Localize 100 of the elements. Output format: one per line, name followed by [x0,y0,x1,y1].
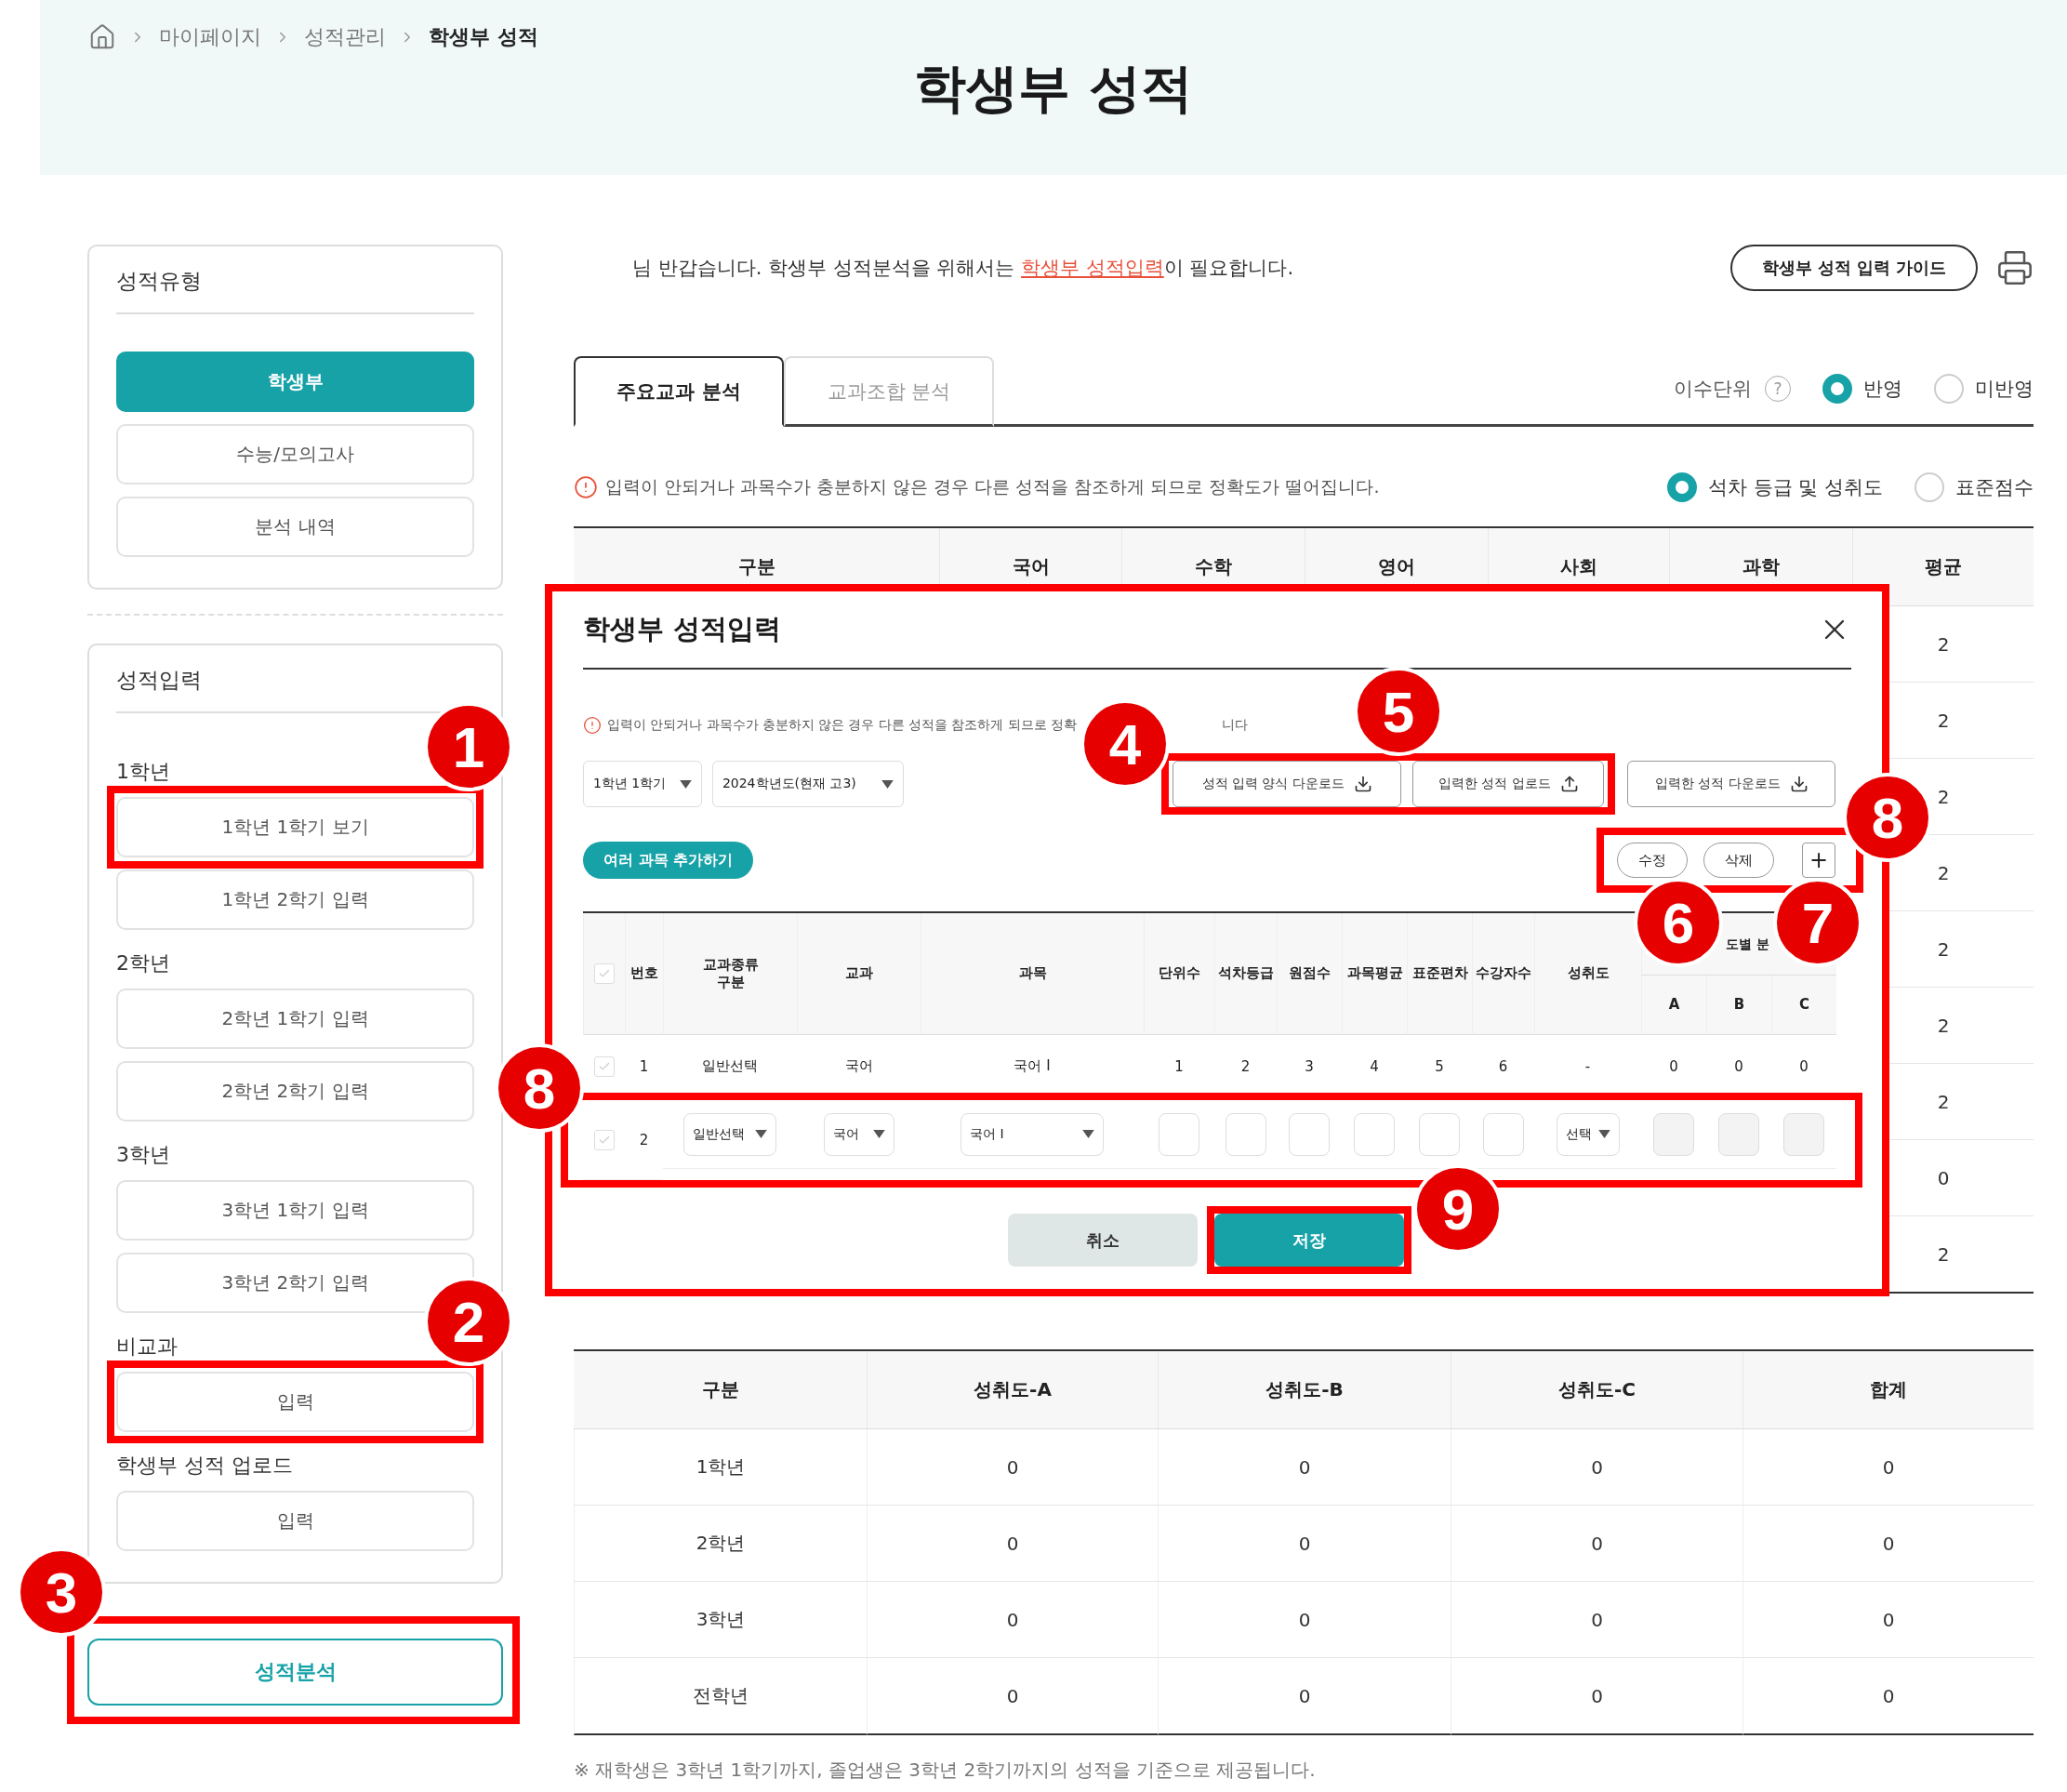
input-field[interactable] [1289,1112,1330,1156]
table-cell: 0 [1158,1429,1451,1506]
download-icon [1789,775,1809,793]
analysis-tab[interactable]: 주요교과 분석 [574,356,784,427]
step-badge: 8 [1843,773,1932,862]
dropdown[interactable]: 2024학년도(현재 고3) [711,761,905,807]
caret-icon [881,779,894,789]
column-header: 구분 [574,1351,867,1429]
home-icon[interactable] [88,23,116,51]
table-cell: 국어 [797,1035,921,1098]
input-field[interactable] [1482,1112,1524,1156]
semester-button[interactable]: 1학년 1학기 보기 [116,797,474,857]
group-heading: 학생부 성적 업로드 [116,1453,294,1479]
column-header: B [1733,995,1745,1015]
table-cell: 일반선택 [663,1035,797,1098]
table-cell: 6 [1472,1035,1534,1098]
option-label: 이수단위 [1674,377,1752,402]
table-cell: 0 [1641,1035,1706,1098]
notice-text: 입력이 안되거나 과목수가 충분하지 않은 경우 다른 성적을 참조하게 되므로 정확도가 떨어집니다. [605,475,1380,498]
table-cell: 3학년 [574,1582,867,1658]
table-cell: 2학년 [574,1506,867,1582]
caret-icon [872,1130,885,1138]
semester-button[interactable]: 2학년 2학기 입력 [116,1061,474,1122]
table-cell: 0 [1742,1582,2034,1658]
table-cell: 국어 I [921,1035,1144,1098]
dropdown[interactable]: 국어 [823,1112,894,1156]
welcome-message: 님 반갑습니다. 학생부 성적분석을 위해서는 학생부 성적입력 이 필요합니다. [631,256,1294,281]
row-action-button[interactable]: 수정 [1617,843,1688,878]
semester-button[interactable]: 3학년 1학기 입력 [116,1180,474,1241]
breadcrumb-link[interactable]: 마이페이지 [159,23,261,51]
input-field[interactable] [1225,1112,1266,1156]
table-cell: 0 [867,1506,1158,1582]
input-field [1783,1112,1824,1156]
file-button[interactable]: 성적 입력 양식 다운로드 [1173,761,1402,807]
row-checkbox[interactable] [593,1129,615,1150]
column-header: 성취도-C [1451,1351,1742,1429]
semester-button[interactable]: 입력 [116,1491,474,1551]
dropdown[interactable]: 일반선택 [683,1112,776,1156]
score-type-button[interactable]: 분석 내역 [116,497,474,557]
download-icon [1353,775,1372,793]
file-button[interactable]: 입력한 성적 업로드 [1412,761,1605,807]
score-type-button[interactable]: 수능/모의고사 [116,424,474,485]
table-cell: 0 [1451,1582,1742,1658]
semester-button[interactable]: 입력 [116,1372,474,1432]
row-checkbox[interactable] [593,1055,615,1077]
input-field [1718,1112,1759,1156]
dropdown[interactable]: 국어 I [961,1112,1104,1156]
table-cell: 1 [1144,1035,1214,1098]
add-row-button[interactable]: + [1802,843,1835,878]
radio-button[interactable] [1666,472,1697,502]
table-cell: 5 [1407,1035,1472,1098]
input-field[interactable] [1159,1112,1199,1156]
radio-label: 미반영 [1975,377,2034,402]
table-cell: 2 [1214,1035,1277,1098]
table-cell: 0 [1451,1658,1742,1735]
semester-button[interactable]: 1학년 2학기 입력 [116,869,474,930]
column-header: A [1668,995,1680,1015]
column-header: 과목 [1018,964,1047,983]
input-field[interactable] [1419,1112,1460,1156]
page-title: 학생부 성적 [914,57,1193,120]
table-cell: - [1534,1035,1641,1098]
caret-icon [679,779,692,789]
table-cell: 0 [1451,1506,1742,1582]
radio-label: 표준점수 [1955,475,2034,500]
radio-button[interactable] [1822,374,1852,404]
table-cell: 0 [1451,1429,1742,1506]
radio-label: 반영 [1863,377,1902,402]
score-input-link[interactable]: 학생부 성적입력 [1021,257,1164,279]
column-header: 교과 [845,964,873,983]
row-action-button[interactable]: 삭제 [1703,843,1774,878]
column-header: 합계 [1742,1351,2034,1429]
dropdown[interactable]: 1학년 1학기 [583,761,702,807]
file-button[interactable]: 입력한 성적 다운로드 [1627,761,1835,807]
radio-label: 석차 등급 및 성취도 [1707,475,1883,500]
table-cell: 0 [1771,1035,1836,1098]
radio-button[interactable] [1915,472,1944,502]
table-cell: 0 [1706,1035,1771,1098]
group-heading: 2학년 [116,950,171,976]
column-header: 교과종류 구분 [702,955,759,992]
dropdown[interactable]: 선택 [1556,1112,1620,1156]
breadcrumb-link[interactable]: 성적관리 [304,23,386,51]
input-field [1653,1112,1694,1156]
radio-button[interactable] [1934,374,1964,404]
dialog-title: 학생부 성적입력 [583,612,782,646]
table-cell: 0 [1742,1658,2034,1735]
column-header: 원점수 [1289,964,1331,983]
table-cell: 1 [625,1035,663,1098]
cancel-button[interactable]: 취소 [1007,1214,1198,1267]
guide-button[interactable]: 학생부 성적 입력 가이드 [1730,245,1978,291]
table-cell: 0 [1158,1658,1451,1735]
input-field[interactable] [1354,1112,1395,1156]
upload-icon [1559,775,1579,793]
print-icon[interactable] [1996,249,2034,286]
group-heading: 3학년 [116,1142,171,1168]
table-cell: 1학년 [574,1429,867,1506]
breadcrumb-link[interactable]: 학생부 성적 [429,23,538,51]
check-icon [598,967,611,980]
column-header: C [1799,995,1809,1015]
semester-button[interactable]: 2학년 1학기 입력 [116,989,474,1049]
caret-icon [1597,1130,1610,1138]
